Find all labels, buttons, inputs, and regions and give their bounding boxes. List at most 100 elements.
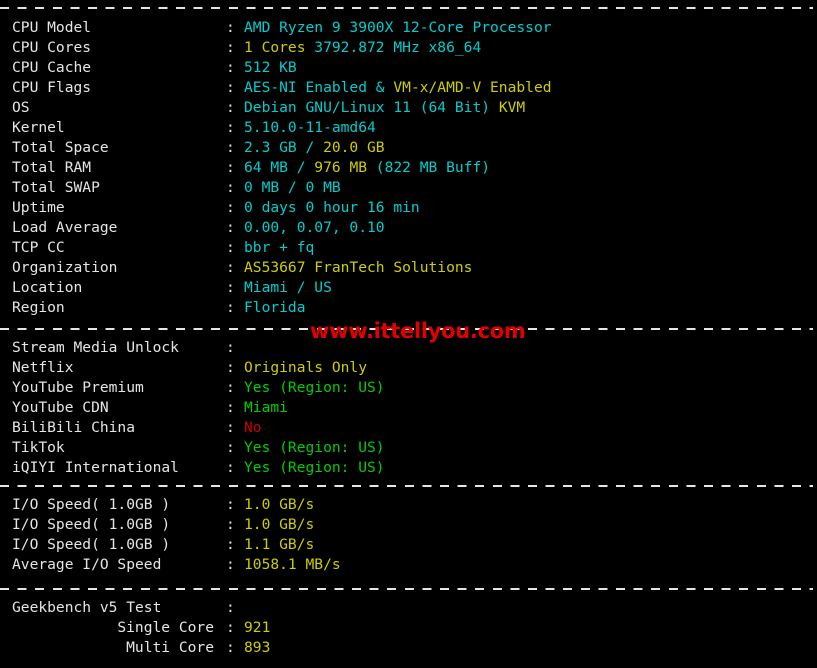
info-row: BiliBili China: No (0, 418, 817, 438)
row-colon: : (226, 459, 235, 476)
row-label: YouTube CDN (12, 399, 109, 416)
row-colon: : (226, 39, 235, 56)
info-row: Netflix: Originals Only (0, 358, 817, 378)
row-colon: : (226, 179, 235, 196)
section-system-info: CPU Model: AMD Ryzen 9 3900X 12-Core Proc… (0, 18, 817, 318)
separator-line-4 (0, 588, 813, 590)
row-value: AMD Ryzen 9 3900X 12-Core Processor (244, 18, 552, 38)
value-segment: No (244, 419, 262, 436)
info-row: Total Space:2.3 GB / 20.0 GB (0, 138, 817, 158)
separator-line-1 (0, 7, 813, 9)
value-segment: 64 MB / (244, 159, 315, 176)
info-row: I/O Speed( 1.0GB ):1.0 GB/s (0, 495, 817, 515)
row-value: AES-NI Enabled & VM-x/AMD-V Enabled (244, 78, 552, 98)
row-colon: : (226, 619, 235, 636)
row-value: 2.3 GB / 20.0 GB (244, 138, 385, 158)
row-colon: : (226, 359, 235, 376)
row-value: bbr + fq (244, 238, 314, 258)
row-label: I/O Speed( 1.0GB ) (12, 516, 171, 533)
info-row: YouTube Premium: Yes (Region: US) (0, 378, 817, 398)
row-value: Yes (Region: US) (244, 458, 385, 478)
info-row: Organization: AS53667 FranTech Solutions (0, 258, 817, 278)
info-row: CPU Cores:1 Cores 3792.872 MHz x86_64 (0, 38, 817, 58)
row-value: Yes (Region: US) (244, 438, 385, 458)
value-segment: 976 MB (314, 159, 368, 176)
row-colon: : (226, 159, 235, 176)
value-segment: Miami / US (244, 279, 332, 296)
info-row: Total SWAP:0 MB / 0 MB (0, 178, 817, 198)
row-label: TikTok (12, 439, 65, 456)
value-segment: 0 days 0 hour 16 min (244, 199, 420, 216)
value-segment: AES-NI Enabled & (244, 79, 394, 96)
row-value: Yes (Region: US) (244, 378, 385, 398)
row-label: I/O Speed( 1.0GB ) (12, 496, 171, 513)
row-value: 0.00, 0.07, 0.10 (244, 218, 385, 238)
row-value: Miami (244, 398, 288, 418)
value-segment: 5.10.0-11-amd64 (244, 119, 376, 136)
row-label: Total SWAP (12, 179, 100, 196)
row-colon: : (226, 439, 235, 456)
value-segment: Florida (244, 299, 306, 316)
value-segment: KVM (498, 99, 526, 116)
row-label: CPU Model (12, 19, 92, 36)
row-label: Netflix (12, 359, 74, 376)
info-row: I/O Speed( 1.0GB ):1.1 GB/s (0, 535, 817, 555)
row-colon: : (226, 496, 235, 513)
value-segment: AS53667 FranTech Solutions (244, 259, 473, 276)
watermark-text: www.ittellyou.com (310, 319, 526, 343)
row-label: OS (12, 99, 30, 116)
row-colon: : (226, 199, 235, 216)
row-value: Miami / US (244, 278, 332, 298)
row-colon: : (226, 279, 235, 296)
value-segment: VM-x/AMD-V Enabled (393, 79, 552, 96)
value-segment: 512 KB (244, 59, 297, 76)
info-row: CPU Model: AMD Ryzen 9 3900X 12-Core Proc… (0, 18, 817, 38)
value-segment: (822 MB Buff) (367, 159, 491, 176)
row-colon: : (226, 516, 235, 533)
row-label: Stream Media Unlock (12, 339, 179, 356)
row-value: 921 (244, 618, 270, 638)
info-row: CPU Cache:512 KB (0, 58, 817, 78)
value-segment: 3792.872 MHz x86_64 (314, 39, 482, 56)
row-label: iQIYI International (12, 459, 179, 476)
section-geekbench: Geekbench v5 Test: Single Core:921 Multi C… (0, 598, 817, 658)
row-colon: : (226, 379, 235, 396)
separator-line-3 (0, 485, 813, 487)
row-colon: : (226, 59, 235, 76)
info-row: Load Average:0.00, 0.07, 0.10 (0, 218, 817, 238)
row-label: Total RAM (12, 159, 92, 176)
value-segment: AMD Ryzen 9 3900X 12-Core Processor (244, 19, 552, 36)
info-row: YouTube CDN: Miami (0, 398, 817, 418)
row-value: 1.1 GB/s (244, 535, 314, 555)
info-row: Region: Florida (0, 298, 817, 318)
value-segment: Yes (Region: US) (244, 379, 385, 396)
row-label: I/O Speed( 1.0GB ) (12, 536, 171, 553)
row-label: BiliBili China (12, 419, 136, 436)
row-value: 0 days 0 hour 16 min (244, 198, 420, 218)
row-label: CPU Cores (12, 39, 92, 56)
row-value: 1058.1 MB/s (244, 555, 341, 575)
info-row: Single Core:921 (0, 618, 817, 638)
row-value: 64 MB / 976 MB (822 MB Buff) (244, 158, 490, 178)
row-label: Average I/O Speed (12, 556, 162, 573)
info-row: Geekbench v5 Test: (0, 598, 817, 618)
row-value: 1.0 GB/s (244, 515, 314, 535)
value-segment: 1.1 GB/s (244, 536, 315, 553)
row-value: Originals Only (244, 358, 367, 378)
info-row: CPU Flags: AES-NI Enabled & VM-x/AMD-V En… (0, 78, 817, 98)
row-label: CPU Flags (12, 79, 92, 96)
value-segment: Originals Only (244, 359, 368, 376)
row-value: Florida (244, 298, 306, 318)
row-label: Single Core (117, 619, 214, 636)
value-segment: 1 Cores (244, 39, 315, 56)
info-row: I/O Speed( 1.0GB ):1.0 GB/s (0, 515, 817, 535)
value-segment: 1.0 GB/s (244, 516, 315, 533)
row-label: Organization (12, 259, 118, 276)
info-row: Location: Miami / US (0, 278, 817, 298)
row-colon: : (226, 239, 235, 256)
row-label: TCP CC (12, 239, 65, 256)
row-colon: : (226, 259, 235, 276)
row-colon: : (226, 339, 235, 356)
row-colon: : (226, 79, 235, 96)
value-segment: 0.00, 0.07, 0.10 (244, 219, 385, 236)
